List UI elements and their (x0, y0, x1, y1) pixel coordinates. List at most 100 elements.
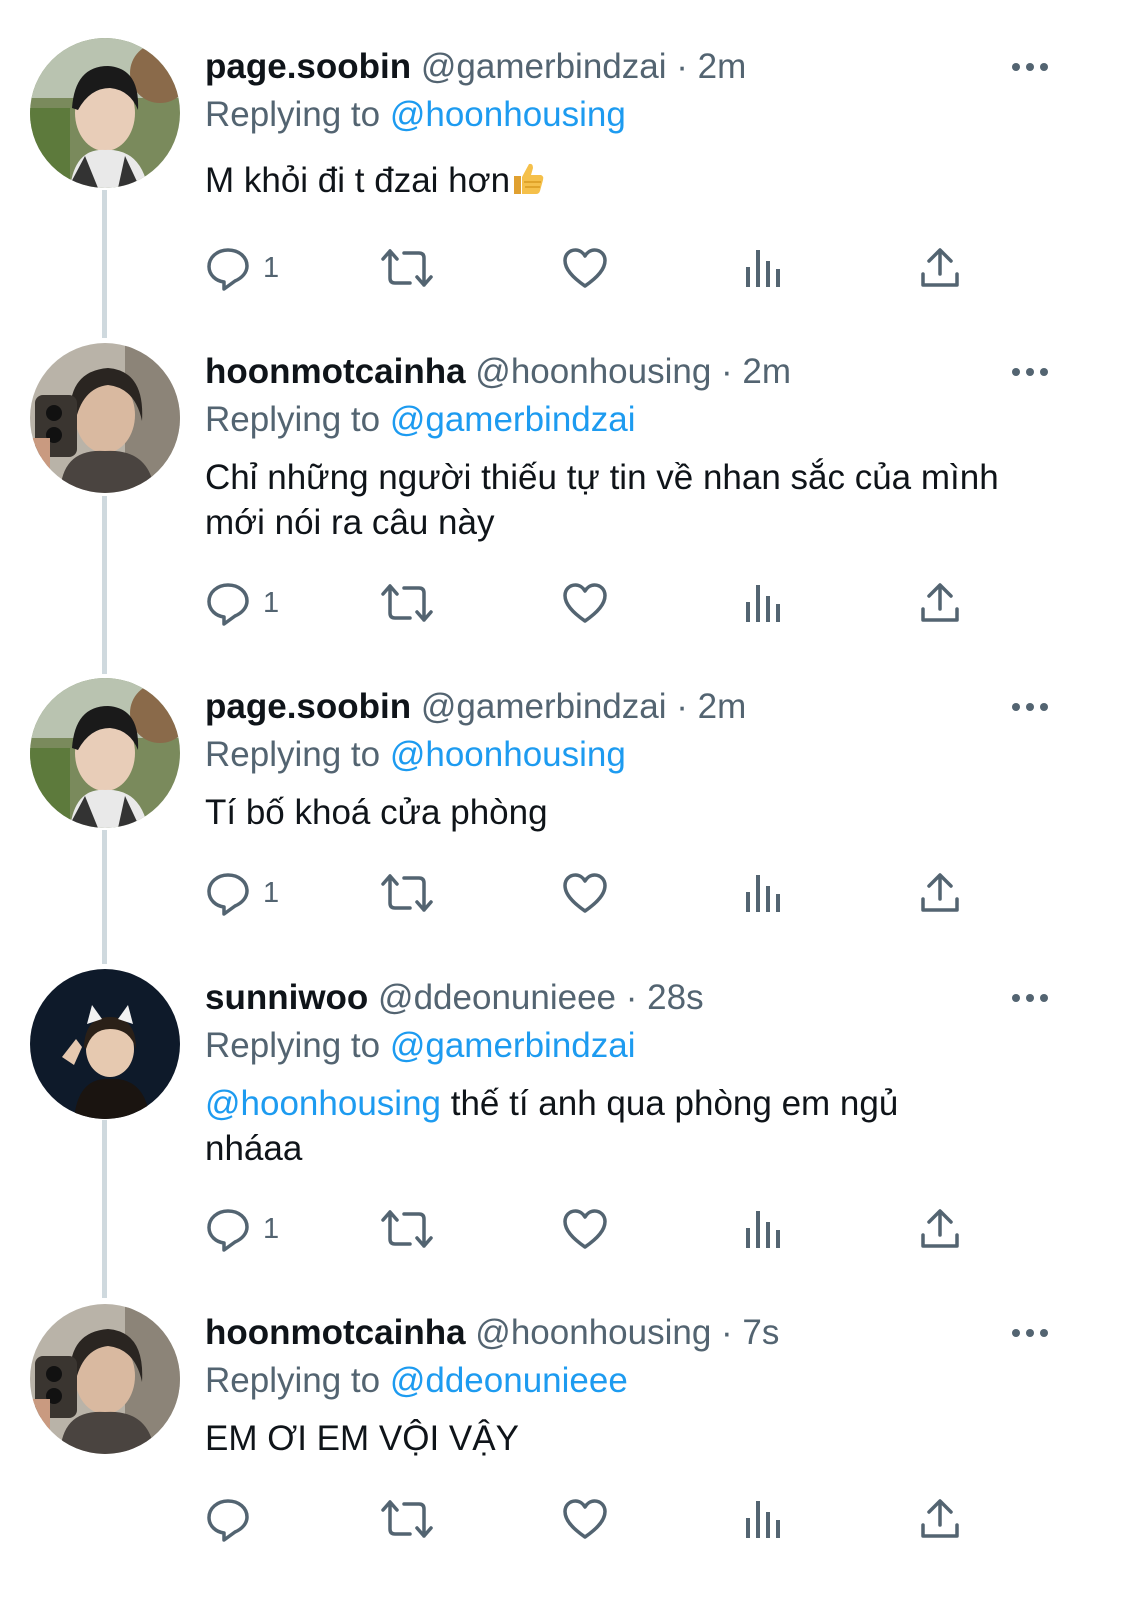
more-icon[interactable] (1010, 1326, 1050, 1340)
more-icon[interactable] (1010, 700, 1050, 714)
share-button[interactable] (919, 243, 961, 293)
text-mention[interactable]: @hoonhousing (205, 1084, 441, 1123)
views-icon (743, 872, 783, 914)
thumbs-up-icon (510, 160, 546, 207)
reply-icon (205, 580, 251, 626)
display-name[interactable]: page.soobin (205, 687, 411, 726)
share-icon (919, 582, 961, 624)
reply-count: 1 (263, 1212, 280, 1245)
replying-prefix: Replying to (205, 1361, 381, 1400)
timestamp[interactable]: 7s (742, 1313, 779, 1352)
replying-to: Replying to @gamerbindzai (205, 395, 636, 445)
tweet-actions: 1 (205, 243, 975, 293)
retweet-icon (380, 580, 434, 626)
tweet-actions: 1 (205, 1204, 975, 1254)
display-name[interactable]: page.soobin (205, 47, 411, 86)
share-button[interactable] (919, 1204, 961, 1254)
replying-mention[interactable]: @hoonhousing (390, 95, 626, 134)
user-handle[interactable]: @ddeonunieee (378, 978, 616, 1017)
heart-icon (562, 247, 608, 289)
tweet[interactable]: hoonmotcainha @hoonhousing · 7s Replying… (0, 1304, 1125, 1604)
tweet-text-line: @hoonhousing thế tí anh qua phòng em ngủ (205, 1081, 1065, 1126)
reply-button[interactable]: 1 (205, 578, 279, 628)
retweet-button[interactable] (380, 868, 434, 918)
avatar[interactable] (30, 678, 180, 828)
tweet-actions: 1 (205, 868, 975, 918)
reply-button[interactable] (205, 1494, 251, 1544)
views-icon (743, 1208, 783, 1250)
retweet-button[interactable] (380, 1204, 434, 1254)
replying-mention[interactable]: @gamerbindzai (390, 1026, 636, 1065)
replying-mention[interactable]: @gamerbindzai (390, 400, 636, 439)
timestamp[interactable]: 28s (647, 978, 703, 1017)
share-icon (919, 1208, 961, 1250)
replying-to: Replying to @gamerbindzai (205, 1021, 636, 1071)
reply-button[interactable]: 1 (205, 1204, 279, 1254)
retweet-icon (380, 1206, 434, 1252)
avatar[interactable] (30, 343, 180, 493)
replying-to: Replying to @hoonhousing (205, 730, 626, 780)
retweet-button[interactable] (380, 578, 434, 628)
more-icon[interactable] (1010, 991, 1050, 1005)
share-button[interactable] (919, 578, 961, 628)
display-name[interactable]: hoonmotcainha (205, 1313, 466, 1352)
retweet-button[interactable] (380, 1494, 434, 1544)
views-button[interactable] (743, 578, 783, 628)
reply-count: 1 (263, 251, 280, 284)
replying-prefix: Replying to (205, 735, 381, 774)
reply-count: 1 (263, 586, 280, 619)
like-button[interactable] (562, 243, 608, 293)
replying-mention[interactable]: @ddeonunieee (390, 1361, 628, 1400)
views-button[interactable] (743, 1204, 783, 1254)
timestamp[interactable]: 2m (698, 687, 747, 726)
share-button[interactable] (919, 1494, 961, 1544)
heart-icon (562, 1208, 608, 1250)
user-handle[interactable]: @gamerbindzai (421, 687, 667, 726)
user-handle[interactable]: @gamerbindzai (421, 47, 667, 86)
views-button[interactable] (743, 243, 783, 293)
reply-icon (205, 1496, 251, 1542)
tweet[interactable]: sunniwoo @ddeonunieee · 28s Replying to … (0, 969, 1125, 1269)
tweet-actions (205, 1494, 975, 1544)
more-icon[interactable] (1010, 60, 1050, 74)
separator-dot: · (676, 687, 688, 726)
tweet-header: hoonmotcainha @hoonhousing · 2m (205, 347, 791, 397)
heart-icon (562, 582, 608, 624)
like-button[interactable] (562, 578, 608, 628)
views-button[interactable] (743, 1494, 783, 1544)
separator-dot: · (625, 978, 638, 1017)
timestamp[interactable]: 2m (698, 47, 747, 86)
replying-prefix: Replying to (205, 1026, 381, 1065)
tweet-text-line: mới nói ra câu này (205, 503, 495, 542)
display-name[interactable]: sunniwoo (205, 978, 368, 1017)
timestamp[interactable]: 2m (742, 352, 791, 391)
avatar[interactable] (30, 1304, 180, 1454)
user-handle[interactable]: @hoonhousing (475, 352, 711, 391)
reply-button[interactable]: 1 (205, 243, 279, 293)
views-icon (743, 247, 783, 289)
like-button[interactable] (562, 1494, 608, 1544)
tweet[interactable]: hoonmotcainha @hoonhousing · 2m Replying… (0, 343, 1125, 643)
views-icon (743, 582, 783, 624)
tweet[interactable]: page.soobin @gamerbindzai · 2m Replying … (0, 38, 1125, 318)
tweet-text-line: nháaa (205, 1129, 303, 1168)
avatar[interactable] (30, 38, 180, 188)
tweet-text-content: Tí bố khoá cửa phòng (205, 793, 548, 832)
replying-to: Replying to @ddeonunieee (205, 1356, 628, 1406)
separator-dot: · (721, 1313, 733, 1352)
reply-button[interactable]: 1 (205, 868, 279, 918)
share-button[interactable] (919, 868, 961, 918)
like-button[interactable] (562, 868, 608, 918)
replying-to: Replying to @hoonhousing (205, 90, 626, 140)
display-name[interactable]: hoonmotcainha (205, 352, 466, 391)
replying-mention[interactable]: @hoonhousing (390, 735, 626, 774)
views-button[interactable] (743, 868, 783, 918)
user-handle[interactable]: @hoonhousing (475, 1313, 711, 1352)
tweet[interactable]: page.soobin @gamerbindzai · 2m Replying … (0, 678, 1125, 938)
more-icon[interactable] (1010, 365, 1050, 379)
retweet-button[interactable] (380, 243, 434, 293)
like-button[interactable] (562, 1204, 608, 1254)
retweet-icon (380, 870, 434, 916)
replying-prefix: Replying to (205, 400, 381, 439)
avatar[interactable] (30, 969, 180, 1119)
